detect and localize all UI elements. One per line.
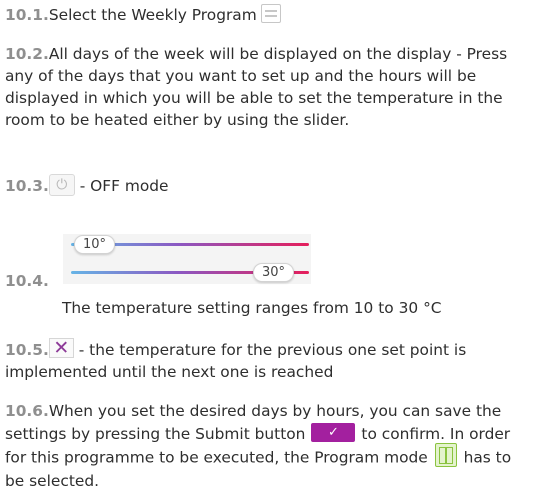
slider-knob-min: 10° [74,235,116,254]
step-text: The temperature setting ranges from 10 t… [62,299,442,317]
step-10-4-text: The temperature setting ranges from 10 t… [5,297,533,319]
step-number: 10.5. [5,341,49,359]
step-10-2: 10.2.All days of the week will be displa… [5,43,533,131]
close-x-icon: ✕ [48,337,74,358]
step-text: Select the Weekly Program [48,6,257,24]
step-number: 10.3. [5,177,49,195]
step-number: 10.1. [5,6,49,24]
step-number: 10.2. [5,45,49,63]
step-10-4: 10.4. [5,270,533,292]
program-mode-icon [434,443,457,467]
power-icon: ⏻ [48,173,75,196]
step-text: - OFF mode [74,177,169,195]
step-number: 10.4. [5,272,49,290]
step-10-6: 10.6.When you set the desired days by ho… [5,400,533,493]
step-number: 10.6. [5,402,49,420]
step-text: - the temperature for the previous one s… [5,341,467,381]
step-10-1: 10.1.Select the Weekly Program [5,4,533,26]
submit-check-icon: ✓ [311,423,356,442]
step-10-3: 10.3. ⏻ - OFF mode [5,173,533,198]
weekly-program-icon [260,4,281,23]
step-text: All days of the week will be displayed o… [5,45,508,129]
step-10-5: 10.5. ✕ - the temperature for the previou… [5,337,533,383]
